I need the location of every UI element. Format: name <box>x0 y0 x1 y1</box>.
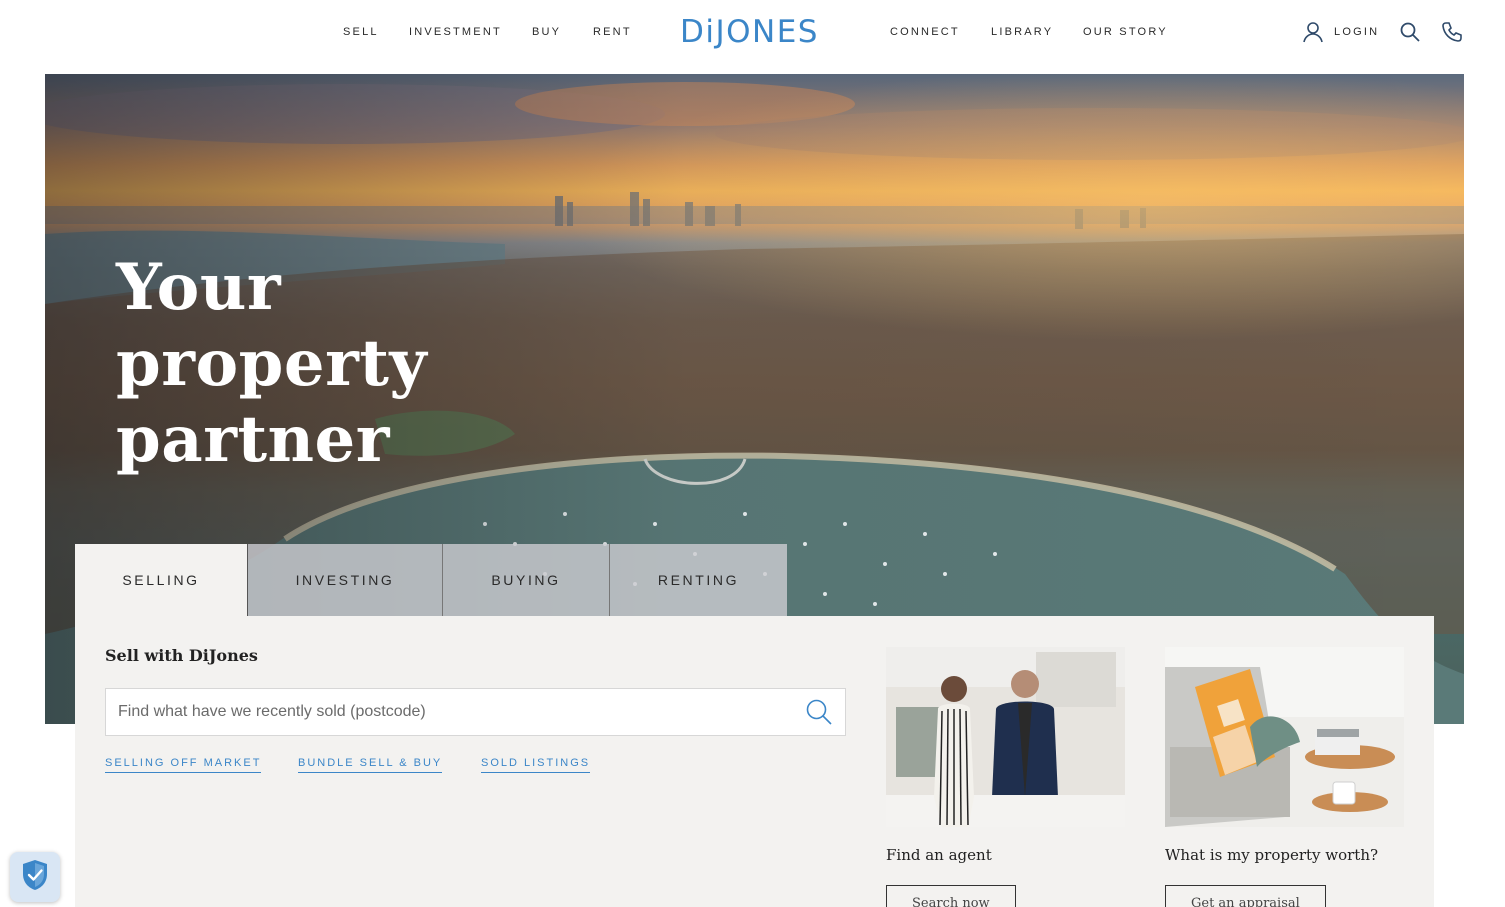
tab-selling[interactable]: SELLING <box>75 544 248 616</box>
nav-rent[interactable]: RENT <box>593 26 632 38</box>
find-agent-card: Find an agent Search now <box>886 647 1125 907</box>
search-now-button[interactable]: Search now <box>886 885 1016 907</box>
sold-search-box <box>105 688 846 736</box>
property-worth-card: What is my property worth? Get an apprai… <box>1165 647 1404 907</box>
hero-title-line-3: partner <box>116 402 390 477</box>
get-appraisal-button[interactable]: Get an appraisal <box>1165 885 1326 907</box>
tab-renting[interactable]: RENTING <box>610 544 787 616</box>
two-agents-photo <box>886 647 1125 827</box>
site-header: SELL INVESTMENT BUY RENT DiJONES CONNECT… <box>0 0 1505 74</box>
phone-icon[interactable] <box>1441 21 1463 43</box>
search-icon[interactable] <box>1399 21 1421 43</box>
tab-investing[interactable]: INVESTING <box>248 544 443 616</box>
shield-check-icon <box>20 858 50 897</box>
nav-sell[interactable]: SELL <box>343 26 379 38</box>
bundle-sell-buy-link[interactable]: BUNDLE SELL & BUY <box>298 757 443 773</box>
hero-title-line-1: Your <box>116 250 282 325</box>
postcode-search-input[interactable] <box>106 689 796 735</box>
property-worth-caption: What is my property worth? <box>1165 846 1379 864</box>
nav-investment[interactable]: INVESTMENT <box>409 26 502 38</box>
panel-heading: Sell with DiJones <box>105 646 258 665</box>
sold-listings-link[interactable]: SOLD LISTINGS <box>481 757 591 773</box>
search-submit-icon[interactable] <box>805 698 833 726</box>
nav-connect[interactable]: CONNECT <box>890 26 960 38</box>
dijones-logo[interactable]: DiJONES <box>680 14 819 50</box>
login-link[interactable]: LOGIN <box>1334 26 1379 38</box>
selling-off-market-link[interactable]: SELLING OFF MARKET <box>105 757 262 773</box>
nav-library[interactable]: LIBRARY <box>991 26 1053 38</box>
hero-title-line-2: property <box>116 326 428 401</box>
nav-our-story[interactable]: OUR STORY <box>1083 26 1168 38</box>
user-icon[interactable] <box>1302 21 1324 43</box>
hero-title: Your property partner <box>116 250 536 478</box>
find-agent-caption: Find an agent <box>886 846 992 864</box>
tab-buying[interactable]: BUYING <box>443 544 610 616</box>
living-room-chair-photo <box>1165 647 1404 827</box>
privacy-settings-badge[interactable] <box>10 852 60 902</box>
nav-buy[interactable]: BUY <box>532 26 561 38</box>
selling-panel: Sell with DiJones SELLING OFF MARKET BUN… <box>75 616 1434 907</box>
